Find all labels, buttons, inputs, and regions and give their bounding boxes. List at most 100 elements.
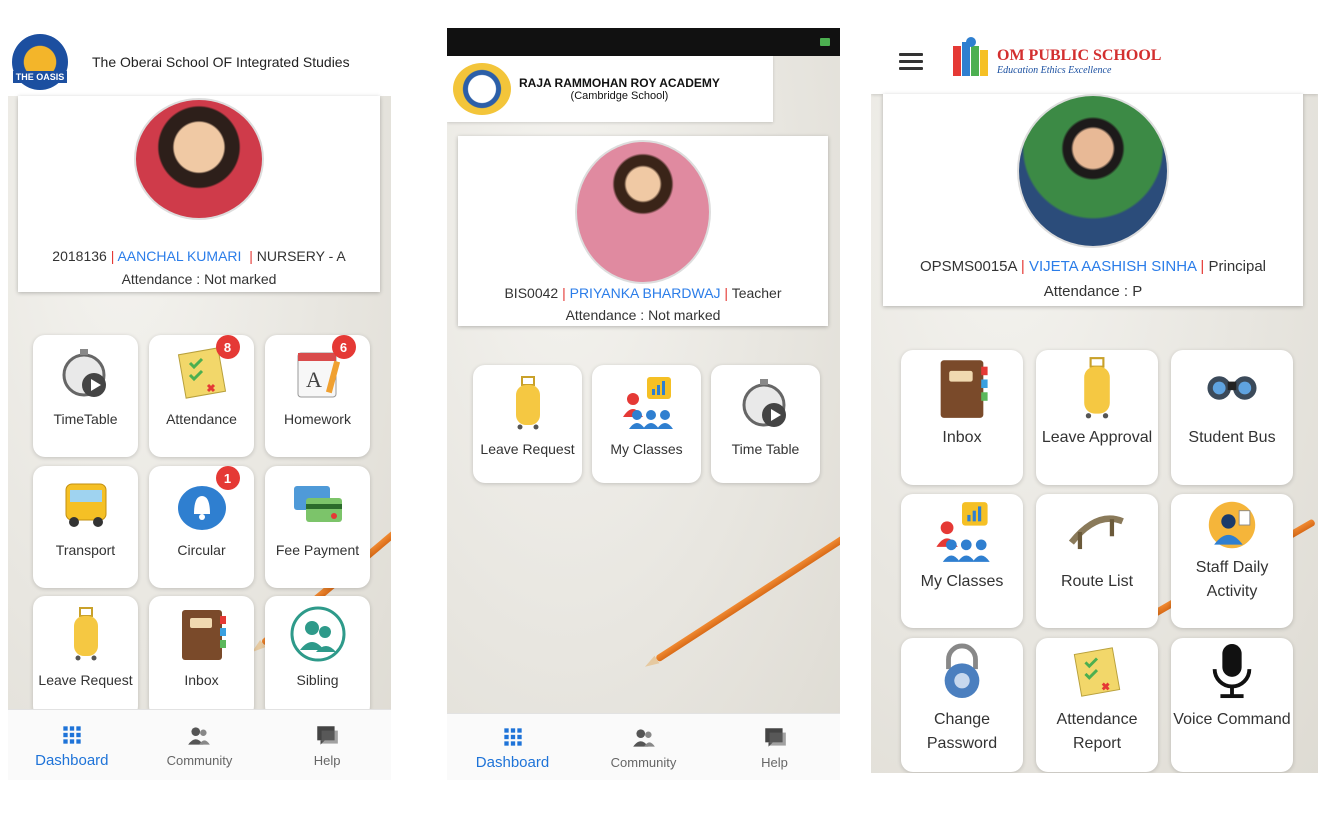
siblings-icon — [290, 606, 346, 662]
profile-card: 2018136 | AANCHAL KUMARI | NURSERY - A A… — [18, 96, 380, 292]
grid-icon — [503, 727, 522, 746]
tile-staff-daily-activity[interactable]: Staff Daily Activity — [1171, 494, 1293, 628]
tile-label: Transport — [55, 542, 116, 558]
tile-label: Staff Daily Activity — [1195, 559, 1269, 600]
tile-label: Inbox — [942, 429, 982, 446]
tile-timetable[interactable]: TimeTable — [33, 335, 138, 457]
bus-icon — [58, 476, 114, 532]
people-icon — [188, 726, 211, 745]
profile-id: OPSMS0015A — [919, 258, 1017, 275]
nav-label: Dashboard — [35, 751, 109, 769]
tile-my-classes[interactable]: My Classes — [901, 494, 1023, 628]
tile-inbox[interactable]: Inbox — [901, 350, 1023, 485]
chat-icon — [764, 727, 786, 747]
attendance-status: Attendance : P — [1043, 283, 1143, 300]
tile-leave-approval[interactable]: Leave Approval — [1036, 350, 1158, 485]
profile-name[interactable]: VIJETA AASHISH SINHA — [1029, 258, 1196, 275]
avatar[interactable] — [134, 98, 264, 220]
tile-homework[interactable]: A 6 Homework — [265, 335, 370, 457]
nav-help[interactable]: Help — [710, 725, 840, 770]
profile-name[interactable]: AANCHAL KUMARI — [117, 248, 241, 264]
profile-id: BIS0042 — [504, 285, 559, 301]
school-name: OM PUBLIC SCHOOL — [997, 46, 1162, 64]
tile-transport[interactable]: Transport — [33, 466, 138, 588]
tile-attendance-report[interactable]: Attendance Report — [1036, 638, 1158, 772]
tile-attendance[interactable]: 8 Attendance — [149, 335, 254, 457]
profile-id-line: 2018136 | AANCHAL KUMARI | NURSERY - A — [52, 248, 346, 264]
tile-leave-request[interactable]: Leave Request — [473, 365, 582, 483]
checklist-icon: 8 — [174, 335, 240, 401]
luggage-icon — [500, 375, 556, 431]
logo-text: THE OASIS — [12, 71, 68, 83]
worker-icon — [1205, 500, 1259, 550]
avatar[interactable] — [575, 140, 711, 284]
stopwatch-play-icon — [738, 375, 794, 431]
tile-voice-command[interactable]: Voice Command — [1171, 638, 1293, 772]
app-header: RAJA RAMMOHAN ROY ACADEMY (Cambridge Sch… — [447, 56, 773, 122]
nav-help[interactable]: Help — [264, 723, 390, 768]
tile-time-table[interactable]: Time Table — [711, 365, 820, 483]
nav-dashboard[interactable]: Dashboard — [448, 724, 578, 771]
tile-label: Homework — [284, 411, 351, 427]
attendance-status: Attendance : Not marked — [121, 271, 277, 287]
app-header: THE OASIS The Oberai School OF Integrate… — [8, 28, 391, 96]
tile-student-bus[interactable]: Student Bus — [1171, 350, 1293, 485]
notification-badge: 8 — [215, 335, 240, 359]
padlock-icon — [935, 642, 989, 702]
tile-inbox[interactable]: Inbox — [149, 596, 254, 718]
tile-circular[interactable]: 1 Circular — [149, 466, 254, 588]
school-logo: OM PUBLIC SCHOOL Education Ethics Excell… — [945, 34, 1166, 88]
nav-dashboard[interactable]: Dashboard — [9, 722, 135, 769]
tile-label: Leave Request — [480, 441, 575, 457]
tile-leave-request[interactable]: Leave Request — [33, 596, 138, 718]
tile-label: Sibling — [296, 672, 339, 688]
nav-label: Community — [166, 752, 233, 768]
tile-label: Attendance Report — [1056, 711, 1138, 752]
tile-sibling[interactable]: Sibling — [265, 596, 370, 718]
tile-fee-payment[interactable]: Fee Payment — [265, 466, 370, 588]
classroom-chart-icon — [932, 500, 992, 564]
books-logo-icon — [953, 37, 988, 76]
attendance-status: Attendance : Not marked — [565, 307, 721, 323]
school-logo: THE OASIS — [12, 34, 68, 90]
school-tagline: Education Ethics Excellence — [997, 64, 1112, 76]
nav-label: Community — [610, 754, 677, 770]
nav-community[interactable]: Community — [136, 723, 262, 768]
tile-route-list[interactable]: Route List — [1036, 494, 1158, 628]
avatar[interactable] — [1017, 94, 1169, 248]
tile-label: Leave Approval — [1041, 429, 1153, 446]
diary-icon — [174, 606, 230, 662]
profile-name[interactable]: PRIYANKA BHARDWAJ — [570, 285, 721, 301]
profile-id-line: BIS0042 | PRIYANKA BHARDWAJ | Teacher — [504, 285, 782, 301]
tile-label: Attendance — [166, 411, 237, 427]
luggage-icon — [1067, 356, 1127, 420]
profile-card: BIS0042 | PRIYANKA BHARDWAJ | Teacher At… — [458, 136, 828, 326]
nav-label: Dashboard — [475, 753, 550, 771]
profile-id: 2018136 — [52, 248, 107, 264]
phone-screen-rammohan: RAJA RAMMOHAN ROY ACADEMY (Cambridge Sch… — [447, 28, 840, 780]
tile-label: Time Table — [731, 441, 800, 457]
bottom-navigation: Dashboard Community Help — [8, 709, 391, 780]
profile-role: Principal — [1208, 258, 1267, 275]
nav-community[interactable]: Community — [579, 725, 709, 770]
checklist-icon — [1070, 642, 1124, 702]
tile-label: Inbox — [184, 672, 219, 688]
grid-icon — [63, 725, 81, 744]
phone-screen-om-public: OM PUBLIC SCHOOL Education Ethics Excell… — [871, 28, 1318, 773]
phone-screen-oberai: THE OASIS The Oberai School OF Integrate… — [8, 28, 391, 780]
nav-label: Help — [313, 752, 341, 768]
binoculars-icon — [1202, 356, 1262, 420]
tile-label: Student Bus — [1188, 429, 1276, 446]
tile-my-classes[interactable]: My Classes — [592, 365, 701, 483]
bell-icon: 1 — [174, 466, 240, 532]
school-logo — [453, 63, 511, 115]
battery-icon — [820, 38, 830, 46]
hamburger-menu-icon[interactable] — [899, 49, 923, 74]
school-name: RAJA RAMMOHAN ROY ACADEMY — [519, 76, 720, 90]
tile-change-password[interactable]: Change Password — [901, 638, 1023, 772]
tile-label: Circular — [177, 542, 226, 558]
app-header: OM PUBLIC SCHOOL Education Ethics Excell… — [871, 28, 1318, 94]
credit-cards-icon — [290, 476, 346, 532]
tile-label: My Classes — [920, 573, 1004, 590]
tile-label: Route List — [1060, 573, 1134, 590]
